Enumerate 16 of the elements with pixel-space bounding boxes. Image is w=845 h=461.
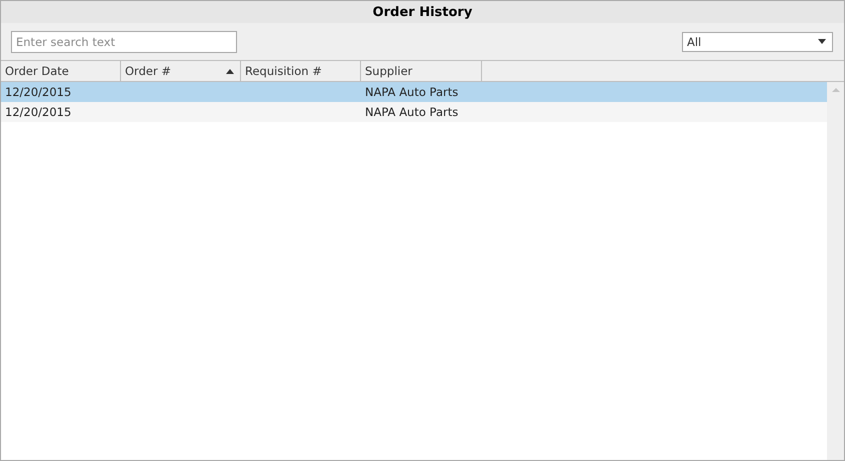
scrollbar[interactable] xyxy=(827,82,844,460)
table-cell: NAPA Auto Parts xyxy=(365,105,458,119)
table-cell: 12/20/2015 xyxy=(5,105,72,119)
table-cell: NAPA Auto Parts xyxy=(365,85,458,99)
filter-dropdown[interactable]: All xyxy=(682,32,833,52)
window-title: Order History xyxy=(372,4,472,20)
table-cell: 12/20/2015 xyxy=(5,85,72,99)
column-header[interactable]: Supplier xyxy=(361,61,482,81)
table-row[interactable]: 12/20/2015 NAPA Auto Parts xyxy=(1,82,827,102)
table-row[interactable]: 12/20/2015 NAPA Auto Parts xyxy=(1,102,827,122)
search-field[interactable]: Enter search text xyxy=(11,30,237,52)
scroll-up-icon[interactable] xyxy=(832,88,840,92)
column-header[interactable]: Order # xyxy=(121,61,241,81)
column-header[interactable]: Order Date xyxy=(1,61,121,81)
column-header[interactable]: Requisition # xyxy=(241,61,361,81)
caret-icon xyxy=(818,39,826,44)
